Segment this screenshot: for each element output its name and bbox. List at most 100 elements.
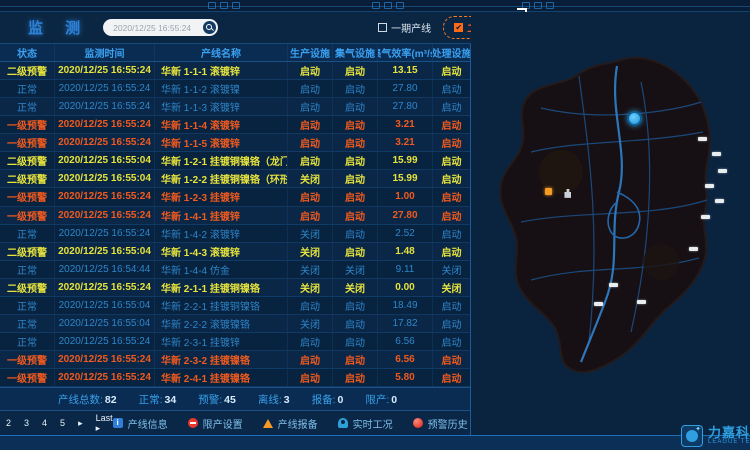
map-marker-white[interactable] bbox=[609, 283, 618, 287]
toolbar-button-realtime[interactable]: 实时工况 bbox=[338, 416, 393, 431]
district-map[interactable] bbox=[471, 12, 750, 435]
map-marker-white[interactable] bbox=[637, 300, 646, 304]
cell-name: 华新 1-2-3 挂镀锌 bbox=[155, 188, 288, 205]
cell-time: 2020/12/25 16:55:24 bbox=[55, 369, 155, 386]
map-marker-orange[interactable] bbox=[545, 188, 552, 195]
table-row[interactable]: 正常2020/12/25 16:55:04华新 2-2-1 挂镀铜镍铬启动启动1… bbox=[0, 297, 470, 315]
cell-time: 2020/12/25 16:54:44 bbox=[55, 261, 155, 278]
checkbox-checked-icon[interactable]: ✔ bbox=[454, 23, 463, 32]
table-row[interactable]: 二级预警2020/12/25 16:55:04华新 1-2-1 挂镀铜镍铬（龙门… bbox=[0, 152, 470, 170]
cell-gas: 启动 bbox=[333, 134, 378, 151]
table-row[interactable]: 正常2020/12/25 16:55:24华新 1-1-2 滚镀镍启动启动27.… bbox=[0, 80, 470, 98]
cell-prod: 启动 bbox=[288, 369, 333, 386]
cell-gas: 启动 bbox=[333, 297, 378, 314]
cell-treat: 启动 bbox=[433, 315, 470, 332]
map-marker-white[interactable] bbox=[698, 137, 707, 141]
cell-time: 2020/12/25 16:55:24 bbox=[55, 98, 155, 115]
map-shape bbox=[471, 12, 750, 435]
table-row[interactable]: 正常2020/12/25 16:55:24华新 1-1-3 滚镀锌启动启动27.… bbox=[0, 98, 470, 116]
stat-item: 预警:45 bbox=[198, 392, 236, 407]
top-decoration bbox=[0, 0, 750, 12]
cell-eff: 1.48 bbox=[378, 243, 433, 260]
cell-status: 正常 bbox=[0, 80, 55, 97]
cell-time: 2020/12/25 16:55:24 bbox=[55, 188, 155, 205]
cell-prod: 启动 bbox=[288, 62, 333, 79]
table-row[interactable]: 正常2020/12/25 16:55:24华新 2-3-1 挂镀锌启动启动6.5… bbox=[0, 333, 470, 351]
table-row[interactable]: 一级预警2020/12/25 16:55:24华新 1-4-1 挂镀锌启动启动2… bbox=[0, 207, 470, 225]
limit-icon bbox=[188, 418, 198, 428]
page-button[interactable]: Last ▸ bbox=[96, 413, 113, 434]
table-row[interactable]: 一级预警2020/12/25 16:55:24华新 2-3-2 挂镀镍铬启动启动… bbox=[0, 351, 470, 369]
cell-treat: 启动 bbox=[433, 243, 470, 260]
info-icon: i bbox=[113, 418, 123, 428]
map-marker-white[interactable] bbox=[594, 302, 603, 306]
table-row[interactable]: 二级预警2020/12/25 16:55:04华新 1-4-3 滚镀锌关闭启动1… bbox=[0, 243, 470, 261]
cell-time: 2020/12/25 16:55:04 bbox=[55, 152, 155, 169]
column-header: 处理设施 bbox=[433, 44, 470, 61]
cell-prod: 启动 bbox=[288, 116, 333, 133]
cell-treat: 关闭 bbox=[433, 261, 470, 278]
deco-square bbox=[232, 2, 240, 9]
deco-square bbox=[396, 2, 404, 9]
table-row[interactable]: 一级预警2020/12/25 16:55:24华新 1-2-3 挂镀锌启动启动1… bbox=[0, 188, 470, 206]
logo-text-en: LEAGUE TE bbox=[708, 439, 750, 445]
cell-eff: 18.49 bbox=[378, 297, 433, 314]
cell-eff: 17.82 bbox=[378, 315, 433, 332]
checkbox-unchecked-icon[interactable] bbox=[378, 23, 387, 32]
search-input[interactable] bbox=[103, 23, 203, 33]
map-marker-white[interactable] bbox=[712, 152, 721, 156]
map-marker-white[interactable] bbox=[705, 184, 714, 188]
cell-eff: 27.80 bbox=[378, 80, 433, 97]
cell-status: 正常 bbox=[0, 261, 55, 278]
page-button[interactable]: ▸ bbox=[78, 418, 83, 429]
phase1-toggle[interactable]: 一期产线 bbox=[378, 20, 431, 35]
logo-text-cn: 力嘉科技 bbox=[708, 427, 750, 439]
table-row[interactable]: 二级预警2020/12/25 16:55:24华新 1-1-1 滚镀锌启动启动1… bbox=[0, 62, 470, 80]
page-button[interactable]: 5 bbox=[60, 418, 65, 428]
cell-status: 一级预警 bbox=[0, 351, 55, 368]
cell-time: 2020/12/25 16:55:24 bbox=[55, 80, 155, 97]
table-row[interactable]: 正常2020/12/25 16:54:44华新 1-4-4 仿金关闭关闭9.11… bbox=[0, 261, 470, 279]
cell-name: 华新 1-4-4 仿金 bbox=[155, 261, 288, 278]
toolbar-button-history[interactable]: 预警历史 bbox=[413, 416, 468, 431]
cell-gas: 启动 bbox=[333, 225, 378, 242]
map-area-tint bbox=[643, 244, 679, 280]
map-marker-white[interactable] bbox=[718, 169, 727, 173]
table-row[interactable]: 一级预警2020/12/25 16:55:24华新 1-1-5 滚镀锌启动启动3… bbox=[0, 134, 470, 152]
cell-treat: 启动 bbox=[433, 116, 470, 133]
page-button[interactable]: 4 bbox=[42, 418, 47, 428]
page-button[interactable]: 3 bbox=[24, 418, 29, 428]
cell-eff: 9.11 bbox=[378, 261, 433, 278]
table-row[interactable]: 一级预警2020/12/25 16:55:24华新 1-1-4 滚镀锌启动启动3… bbox=[0, 116, 470, 134]
page-button[interactable]: 2 bbox=[6, 418, 11, 428]
map-marker-white[interactable] bbox=[701, 215, 710, 219]
toolbar-button-limit[interactable]: 限产设置 bbox=[188, 416, 243, 431]
cell-gas: 启动 bbox=[333, 243, 378, 260]
table-row[interactable]: 二级预警2020/12/25 16:55:04华新 1-2-2 挂镀铜镍铬（环形… bbox=[0, 170, 470, 188]
cell-eff: 0.00 bbox=[378, 279, 433, 296]
cell-time: 2020/12/25 16:55:24 bbox=[55, 134, 155, 151]
search-box[interactable] bbox=[103, 19, 218, 36]
table-row[interactable]: 二级预警2020/12/25 16:55:24华新 2-1-1 挂镀铜镍铬关闭关… bbox=[0, 279, 470, 297]
toolbar-button-report[interactable]: 产线报备 bbox=[263, 416, 318, 431]
cell-name: 华新 2-1-1 挂镀铜镍铬 bbox=[155, 279, 288, 296]
cell-eff: 6.56 bbox=[378, 333, 433, 350]
cell-eff: 15.99 bbox=[378, 152, 433, 169]
table-row[interactable]: 正常2020/12/25 16:55:24华新 1-4-2 滚镀锌关闭启动2.5… bbox=[0, 225, 470, 243]
table-row[interactable]: 正常2020/12/25 16:55:04华新 2-2-2 滚镀镍铬关闭启动17… bbox=[0, 315, 470, 333]
stat-item: 离线:3 bbox=[258, 392, 290, 407]
cell-time: 2020/12/25 16:55:04 bbox=[55, 243, 155, 260]
cell-gas: 启动 bbox=[333, 315, 378, 332]
toolbar-button-info[interactable]: i产线信息 bbox=[113, 416, 168, 431]
search-icon[interactable] bbox=[203, 21, 216, 34]
cell-eff: 5.80 bbox=[378, 369, 433, 386]
map-marker-white[interactable] bbox=[689, 247, 698, 251]
map-marker-white[interactable] bbox=[715, 199, 724, 203]
cell-status: 一级预警 bbox=[0, 116, 55, 133]
cell-gas: 启动 bbox=[333, 62, 378, 79]
cell-name: 华新 1-1-5 滚镀锌 bbox=[155, 134, 288, 151]
cell-status: 正常 bbox=[0, 333, 55, 350]
table-row[interactable]: 一级预警2020/12/25 16:55:24华新 2-4-1 挂镀镍铬启动启动… bbox=[0, 369, 470, 387]
cell-name: 华新 2-2-1 挂镀铜镍铬 bbox=[155, 297, 288, 314]
cell-treat: 启动 bbox=[433, 98, 470, 115]
